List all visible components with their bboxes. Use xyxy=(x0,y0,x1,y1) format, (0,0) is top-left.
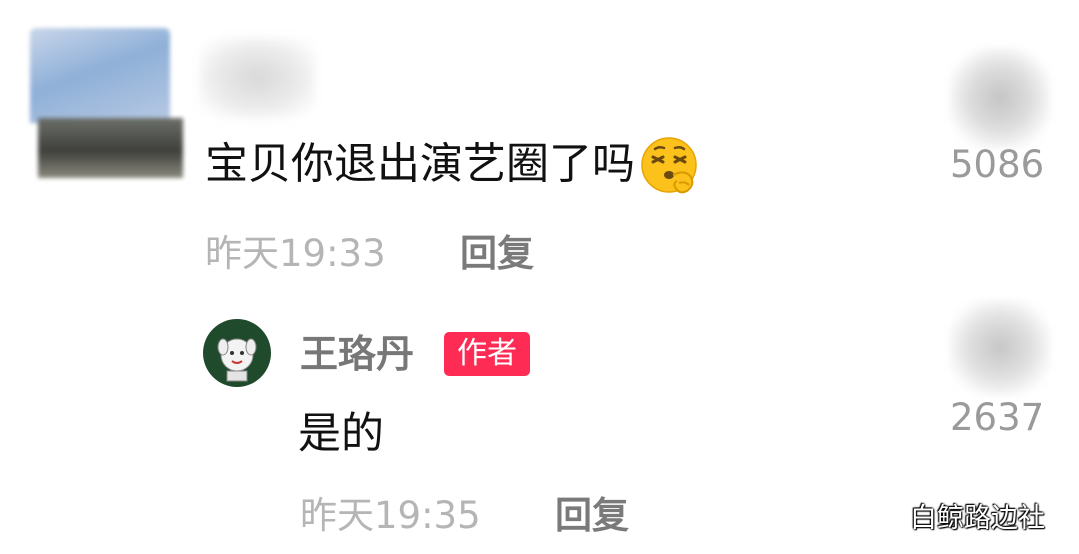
avatar-sky xyxy=(30,28,170,123)
commenter-name-blurred[interactable] xyxy=(200,38,315,118)
like-icon-blurred[interactable] xyxy=(950,48,1050,148)
author-avatar-image xyxy=(203,319,271,387)
watermark: 白鲸路边社 xyxy=(910,503,1045,534)
avatar-ground xyxy=(38,118,183,178)
author-name[interactable]: 王珞丹 xyxy=(300,331,414,377)
reply-time: 昨天19:35 xyxy=(300,494,481,537)
reply-reply-button[interactable]: 回复 xyxy=(555,494,629,538)
reply-like-icon-blurred[interactable] xyxy=(950,300,1050,395)
author-avatar[interactable] xyxy=(203,319,271,387)
comment-text: 宝贝你退出演艺圈了吗 xyxy=(205,139,635,190)
comment-time: 昨天19:33 xyxy=(205,232,386,275)
reply-like-count: 2637 xyxy=(950,396,1045,439)
reply-text: 是的 xyxy=(298,409,384,459)
comment-like-count: 5086 xyxy=(950,143,1045,186)
author-badge: 作者 xyxy=(444,332,530,376)
shushing-face-emoji-icon xyxy=(641,137,697,194)
commenter-avatar[interactable] xyxy=(30,28,185,178)
comment-reply-button[interactable]: 回复 xyxy=(460,232,534,276)
comment-body: 宝贝你退出演艺圈了吗 xyxy=(205,135,703,199)
